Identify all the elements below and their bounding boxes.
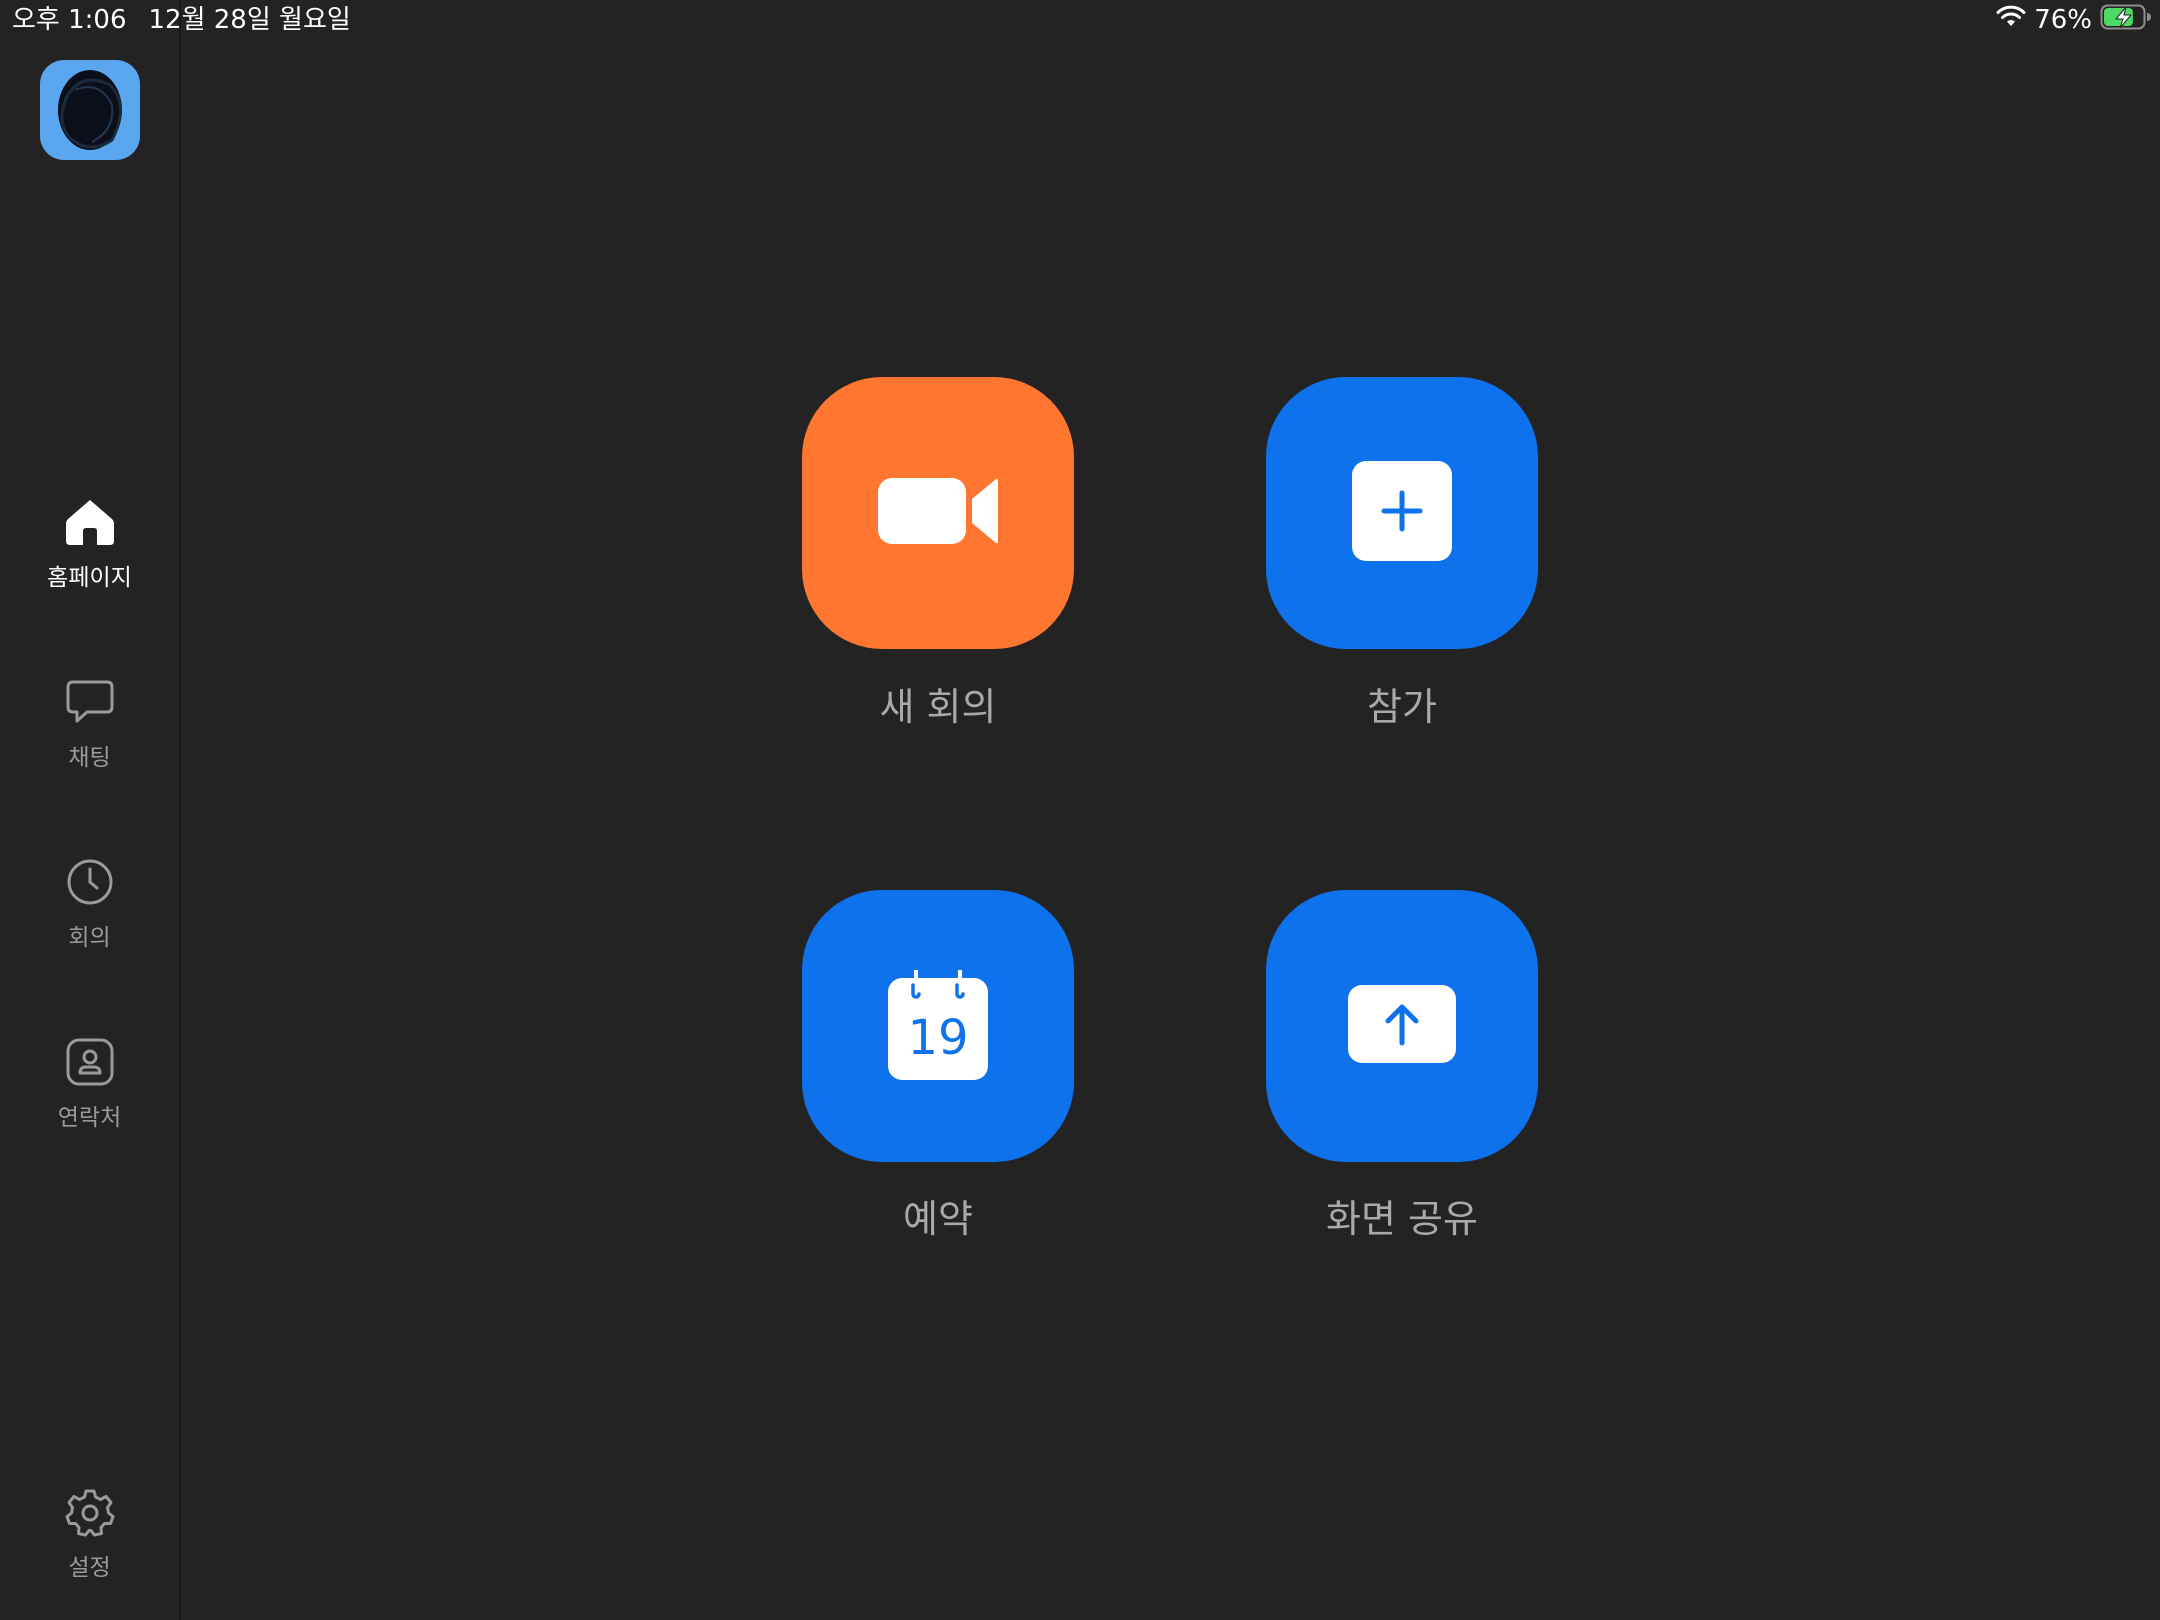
contact-icon [62, 1034, 118, 1090]
sidebar-item-settings[interactable]: 설정 [0, 1484, 179, 1582]
video-camera-icon [876, 475, 1000, 551]
status-bar: 오후 1:06 12월 28일 월요일 76% [0, 0, 2160, 40]
sidebar-item-meetings[interactable]: 회의 [0, 854, 179, 952]
zoom-home-screen: 오후 1:06 12월 28일 월요일 76% 홈페이지 채팅 회의 연락처 설… [0, 0, 2160, 1620]
sidebar-item-contacts[interactable]: 연락처 [0, 1034, 179, 1132]
new-meeting-label: 새 회의 [879, 685, 997, 729]
sidebar-item-label: 채팅 [68, 745, 111, 771]
sidebar-item-home[interactable]: 홈페이지 [0, 494, 179, 592]
status-time: 오후 1:06 [12, 5, 127, 35]
sidebar-item-label: 설정 [68, 1555, 111, 1581]
sidebar-item-label: 회의 [68, 925, 111, 951]
join-label: 참가 [1367, 685, 1437, 729]
home-icon [62, 494, 118, 550]
plus-icon [1350, 459, 1454, 567]
clock-icon [62, 854, 118, 910]
status-left: 오후 1:06 12월 28일 월요일 [12, 2, 351, 38]
battery-charging-icon [2100, 4, 2152, 37]
battery-percent: 76% [2034, 5, 2092, 35]
schedule-label: 예약 [903, 1197, 973, 1241]
wifi-icon [1996, 5, 2026, 36]
calendar-icon: 19 [886, 970, 990, 1082]
share-screen-icon [1346, 983, 1458, 1069]
sidebar-item-chat[interactable]: 채팅 [0, 674, 179, 772]
avatar[interactable] [40, 60, 140, 160]
join-button[interactable] [1266, 377, 1538, 649]
sidebar-item-label: 홈페이지 [47, 565, 132, 591]
share-screen-button[interactable] [1266, 890, 1538, 1162]
sidebar-item-label: 연락처 [57, 1105, 122, 1131]
share-screen-label: 화면 공유 [1326, 1197, 1478, 1241]
gear-icon [62, 1484, 118, 1540]
schedule-button[interactable]: 19 [802, 890, 1074, 1162]
status-date: 12월 28일 월요일 [148, 5, 351, 35]
chat-bubble-icon [62, 674, 118, 730]
sidebar: 홈페이지 채팅 회의 연락처 설정 [0, 0, 181, 1620]
calendar-day: 19 [907, 1010, 969, 1066]
status-right: 76% [1996, 2, 2152, 38]
new-meeting-button[interactable] [802, 377, 1074, 649]
avatar-scribble [58, 70, 122, 150]
